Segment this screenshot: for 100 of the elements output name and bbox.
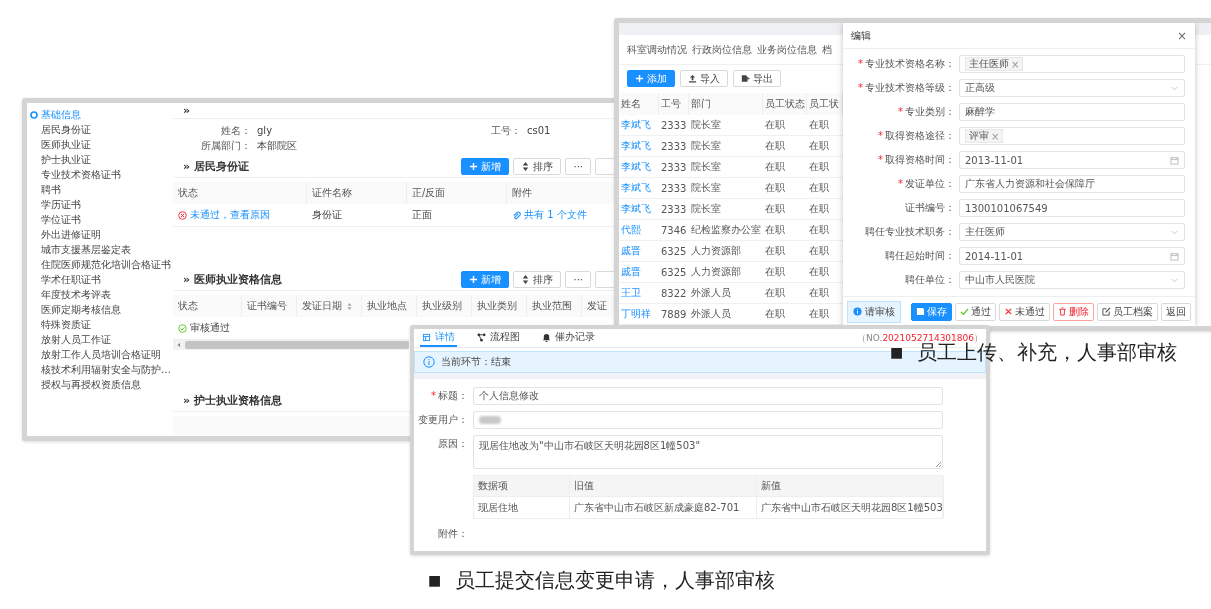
sidebar-item[interactable]: 城市支援基层鉴定表 bbox=[29, 242, 173, 257]
check-icon bbox=[960, 307, 969, 316]
sidebar-item[interactable]: 住院医师规范化培训合格证书 bbox=[29, 257, 173, 272]
table-cell: 现居住地 bbox=[474, 496, 570, 518]
tag-select-field[interactable]: 主任医师 × bbox=[959, 55, 1185, 73]
close-button[interactable]: × bbox=[1176, 28, 1187, 43]
field-label: 所属部门： bbox=[200, 139, 251, 153]
sidebar-item[interactable]: 学术任职证书 bbox=[29, 272, 173, 287]
field-value: gly bbox=[257, 124, 274, 138]
section-title: » 居民身份证 bbox=[183, 159, 249, 174]
sidebar-item[interactable]: 学位证书 bbox=[29, 212, 173, 227]
more-button[interactable]: ··· bbox=[565, 158, 591, 175]
input-field[interactable] bbox=[473, 411, 943, 429]
tab[interactable]: 催办记录 bbox=[540, 329, 597, 347]
table-cell: 在职 bbox=[763, 136, 807, 157]
table-cell: 在职 bbox=[763, 262, 807, 283]
horizontal-scrollbar[interactable] bbox=[173, 340, 409, 350]
sidebar-item[interactable]: 授权与再授权资质信息 bbox=[29, 377, 173, 392]
import-button[interactable]: 导入 bbox=[680, 70, 728, 87]
sidebar-item[interactable]: 聘书 bbox=[29, 182, 173, 197]
sidebar-item[interactable]: 专业技术资格证书 bbox=[29, 167, 173, 182]
table-cell: 纪检监察办公室 bbox=[689, 220, 763, 241]
column-header: 执业范围 bbox=[527, 295, 582, 317]
sidebar-item[interactable]: 护士执业证 bbox=[29, 152, 173, 167]
column-header: 证件名称 bbox=[307, 182, 407, 204]
arrow-left-icon[interactable] bbox=[176, 342, 182, 348]
sidebar-item[interactable]: 外出进修证明 bbox=[29, 227, 173, 242]
column-header: 旧值 bbox=[570, 476, 757, 496]
text-area[interactable]: 现居住地改为"中山市石岐区天明花园8区1幢503" bbox=[473, 435, 943, 469]
expand-toggle[interactable]: » bbox=[183, 104, 191, 117]
nodes-icon bbox=[477, 332, 486, 342]
toolbar-button[interactable] bbox=[595, 271, 617, 288]
input-field[interactable]: 个人信息修改 bbox=[473, 387, 943, 405]
select-field[interactable]: 中山市人民医院 bbox=[959, 271, 1185, 289]
table-cell: 人力资源部 bbox=[689, 241, 763, 262]
date-field[interactable]: 2014-11-01 bbox=[959, 247, 1185, 265]
table-cell: 在职 bbox=[763, 157, 807, 178]
sidebar-item[interactable]: 特殊资质证 bbox=[29, 317, 173, 332]
more-button[interactable]: ··· bbox=[565, 271, 591, 288]
column-header[interactable]: 发证日期 bbox=[297, 295, 362, 317]
table-cell: 在职 bbox=[763, 115, 807, 136]
tab[interactable]: 行政岗位信息 bbox=[692, 42, 752, 57]
profile-button[interactable]: 员工档案 bbox=[1097, 302, 1158, 321]
tag[interactable]: 评审 × bbox=[965, 129, 1004, 143]
sidebar-item[interactable]: 居民身份证 bbox=[29, 122, 173, 137]
resize-grip-icon[interactable] bbox=[935, 461, 941, 467]
column-header: 部门 bbox=[689, 93, 763, 115]
sidebar-item[interactable]: 医师定期考核信息 bbox=[29, 302, 173, 317]
table-cell: 6325 bbox=[659, 262, 689, 283]
sidebar-item[interactable]: 学历证书 bbox=[29, 197, 173, 212]
caption: 员工提交信息变更申请，人事部审核 bbox=[455, 570, 776, 590]
delete-button[interactable]: 删除 bbox=[1053, 302, 1094, 321]
field-label: * 专业类别： bbox=[897, 105, 955, 119]
column-header: 附件 bbox=[507, 182, 617, 204]
tag[interactable]: 主任医师 × bbox=[965, 57, 1024, 71]
reject-button[interactable]: 未通过 bbox=[999, 302, 1050, 321]
sidebar-item[interactable]: 医师执业证 bbox=[29, 137, 173, 152]
sidebar-item[interactable]: 年度技术考评表 bbox=[29, 287, 173, 302]
date-field[interactable]: 2013-11-01 bbox=[959, 151, 1185, 169]
sort-button[interactable]: 排序 bbox=[513, 158, 562, 175]
input-field[interactable]: 麻醉学 bbox=[959, 103, 1185, 121]
table-cell: 2333 bbox=[659, 115, 689, 136]
input-field[interactable]: 广东省人力资源和社会保障厅 bbox=[959, 175, 1185, 193]
table-cell: 2333 bbox=[659, 157, 689, 178]
ring-icon bbox=[29, 109, 39, 120]
field-label: 工号： bbox=[490, 124, 521, 138]
toolbar-button[interactable] bbox=[595, 158, 617, 175]
table-cell: 2333 bbox=[659, 199, 689, 220]
input-field[interactable]: 1300101067549 bbox=[959, 199, 1185, 217]
table-cell: 正面 bbox=[407, 204, 507, 227]
table-cell: 身份证 bbox=[307, 204, 407, 227]
back-button[interactable]: 返回 bbox=[1161, 302, 1191, 321]
tab[interactable]: 档 bbox=[822, 42, 832, 57]
export-button[interactable]: 导出 bbox=[733, 70, 781, 87]
field-label: * 取得资格途径： bbox=[877, 129, 955, 143]
select-field[interactable]: 主任医师 bbox=[959, 223, 1185, 241]
tab[interactable]: 科室调动情况 bbox=[627, 42, 687, 57]
sort-button[interactable]: 排序 bbox=[513, 271, 562, 288]
column-header: 姓名 bbox=[619, 93, 659, 115]
redacted-mark bbox=[479, 416, 501, 424]
tag-select-field[interactable]: 评审 × bbox=[959, 127, 1185, 145]
file-export-icon bbox=[741, 74, 750, 83]
column-header: 员工状态 bbox=[763, 93, 807, 115]
calendar-icon bbox=[1170, 155, 1179, 165]
section-title: » 护士执业资格信息 bbox=[183, 393, 282, 408]
sidebar-item[interactable]: 核技术利用辐射安全与防护… bbox=[29, 362, 173, 377]
table-cell: 6325 bbox=[659, 241, 689, 262]
sidebar-item[interactable]: 放射工作人员培训合格证明 bbox=[29, 347, 173, 362]
tab[interactable]: 业务岗位信息 bbox=[757, 42, 817, 57]
table-cell: 院长室 bbox=[689, 157, 763, 178]
plus-icon bbox=[635, 74, 644, 83]
select-field[interactable]: 正高级 bbox=[959, 79, 1185, 97]
sidebar-item[interactable]: 放射人员工作证 bbox=[29, 332, 173, 347]
column-header: 执业类别 bbox=[472, 295, 527, 317]
approve-button[interactable]: 通过 bbox=[955, 302, 996, 321]
bullet: ■ bbox=[428, 573, 442, 587]
tab[interactable]: 流程图 bbox=[475, 329, 522, 347]
field-label: 证书编号： bbox=[904, 201, 955, 215]
field-label: 附件： bbox=[437, 527, 468, 541]
info-icon bbox=[853, 307, 862, 316]
